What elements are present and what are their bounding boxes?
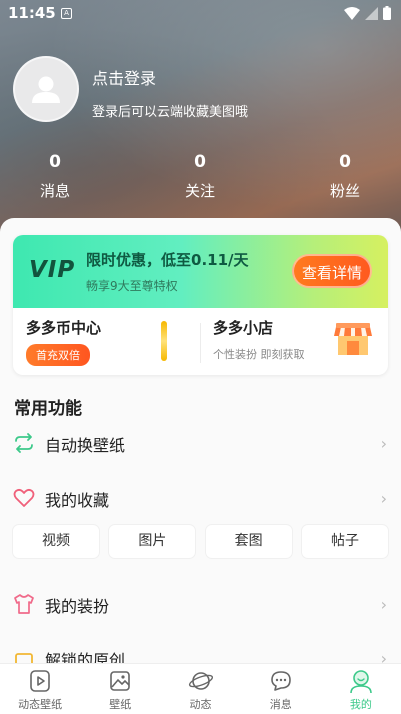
tab-label: 动态壁纸	[18, 698, 63, 711]
sim-icon: A	[61, 8, 72, 19]
vip-subtitle: 畅享9大至尊特权	[86, 279, 178, 293]
stat-label: 消息	[39, 182, 70, 200]
row-label: 我的装扮	[45, 597, 110, 616]
tab-messages[interactable]: 消息	[241, 664, 321, 714]
status-time: 11:45	[8, 4, 56, 22]
tab-me[interactable]: 我的	[321, 664, 401, 714]
image-icon	[110, 671, 131, 691]
row-label: 解锁的原创	[45, 651, 126, 663]
unlock-icon	[15, 653, 33, 663]
refresh-icon	[15, 433, 33, 453]
shop-icon	[334, 323, 372, 355]
chevron-right-icon: ›	[380, 649, 387, 663]
vip-details-button[interactable]: 查看详情	[292, 254, 372, 288]
login-title[interactable]: 点击登录	[92, 65, 156, 89]
chevron-right-icon: ›	[380, 434, 387, 453]
chip-image-sets[interactable]: 套图	[205, 525, 292, 558]
user-placeholder-icon	[32, 76, 60, 103]
vip-card: VIP 限时优惠，低至0.11/天 畅享9大至尊特权 查看详情 多多币中心 首充…	[13, 235, 388, 375]
stat-following[interactable]: 0 关注	[160, 152, 240, 201]
tab-wallpaper[interactable]: 壁纸	[80, 664, 160, 714]
profile-icon	[350, 670, 372, 694]
vip-banner[interactable]: VIP 限时优惠，低至0.11/天 畅享9大至尊特权 查看详情	[13, 235, 388, 308]
first-recharge-badge: 首充双倍	[26, 344, 90, 366]
stat-followers[interactable]: 0 粉丝	[305, 152, 385, 201]
row-label: 我的收藏	[45, 491, 110, 510]
battery-icon	[383, 6, 391, 20]
shop-title: 多多小店	[213, 319, 274, 337]
coin-icon	[161, 321, 167, 361]
status-icons	[344, 6, 391, 20]
play-icon	[30, 670, 50, 692]
content-sheet: VIP 限时优惠，低至0.11/天 畅享9大至尊特权 查看详情 多多币中心 首充…	[0, 218, 401, 663]
my-outfits-row[interactable]: 我的装扮 ›	[0, 584, 401, 624]
stat-messages[interactable]: 0 消息	[15, 152, 95, 201]
chip-video[interactable]: 视频	[13, 525, 99, 558]
shop-subtitle: 个性装扮 即刻获取	[213, 348, 305, 361]
vip-title: 限时优惠，低至0.11/天	[86, 251, 249, 269]
tab-label: 我的	[349, 698, 372, 711]
profile-header-background	[0, 0, 401, 240]
stat-label: 粉丝	[329, 182, 360, 200]
collection-chips: 视频 图片 套图 帖子	[13, 525, 388, 558]
tab-feed[interactable]: 动态	[160, 664, 240, 714]
coin-center-title: 多多币中心	[26, 319, 102, 337]
chevron-right-icon: ›	[380, 595, 387, 614]
signal-icon	[365, 6, 378, 20]
heart-icon	[13, 488, 35, 507]
login-subtitle: 登录后可以云端收藏美图哦	[92, 105, 249, 120]
chip-images[interactable]: 图片	[109, 525, 196, 558]
row-label: 自动换壁纸	[45, 436, 126, 455]
auto-wallpaper-row[interactable]: 自动换壁纸 ›	[0, 423, 401, 463]
tab-label: 消息	[269, 698, 292, 711]
chat-icon	[270, 671, 291, 691]
planet-icon	[188, 672, 213, 690]
stat-label: 关注	[184, 182, 215, 200]
tab-label: 动态	[189, 698, 212, 711]
common-functions-title: 常用功能	[14, 399, 82, 419]
shirt-icon	[14, 594, 34, 614]
avatar[interactable]	[13, 56, 79, 122]
chip-posts[interactable]: 帖子	[301, 525, 388, 558]
my-favorites-row[interactable]: 我的收藏 ›	[0, 478, 401, 518]
stat-value: 0	[194, 152, 206, 172]
chevron-right-icon: ›	[380, 489, 387, 508]
coin-center[interactable]: 多多币中心 首充双倍	[26, 317, 101, 366]
tab-label: 壁纸	[109, 698, 132, 711]
stat-value: 0	[339, 152, 351, 172]
unlocked-originals-row[interactable]: 解锁的原创 ›	[0, 638, 401, 663]
status-bar: 11:45 A	[0, 0, 401, 28]
stat-value: 0	[49, 152, 61, 172]
mini-shop[interactable]: 多多小店 个性装扮 即刻获取	[213, 317, 305, 362]
tab-live-wallpaper[interactable]: 动态壁纸	[0, 664, 80, 714]
divider	[200, 323, 201, 363]
wifi-icon	[344, 6, 360, 20]
vip-logo: VIP	[29, 257, 76, 283]
bottom-tab-bar: 动态壁纸 壁纸 动态 消息 我的	[0, 663, 401, 714]
